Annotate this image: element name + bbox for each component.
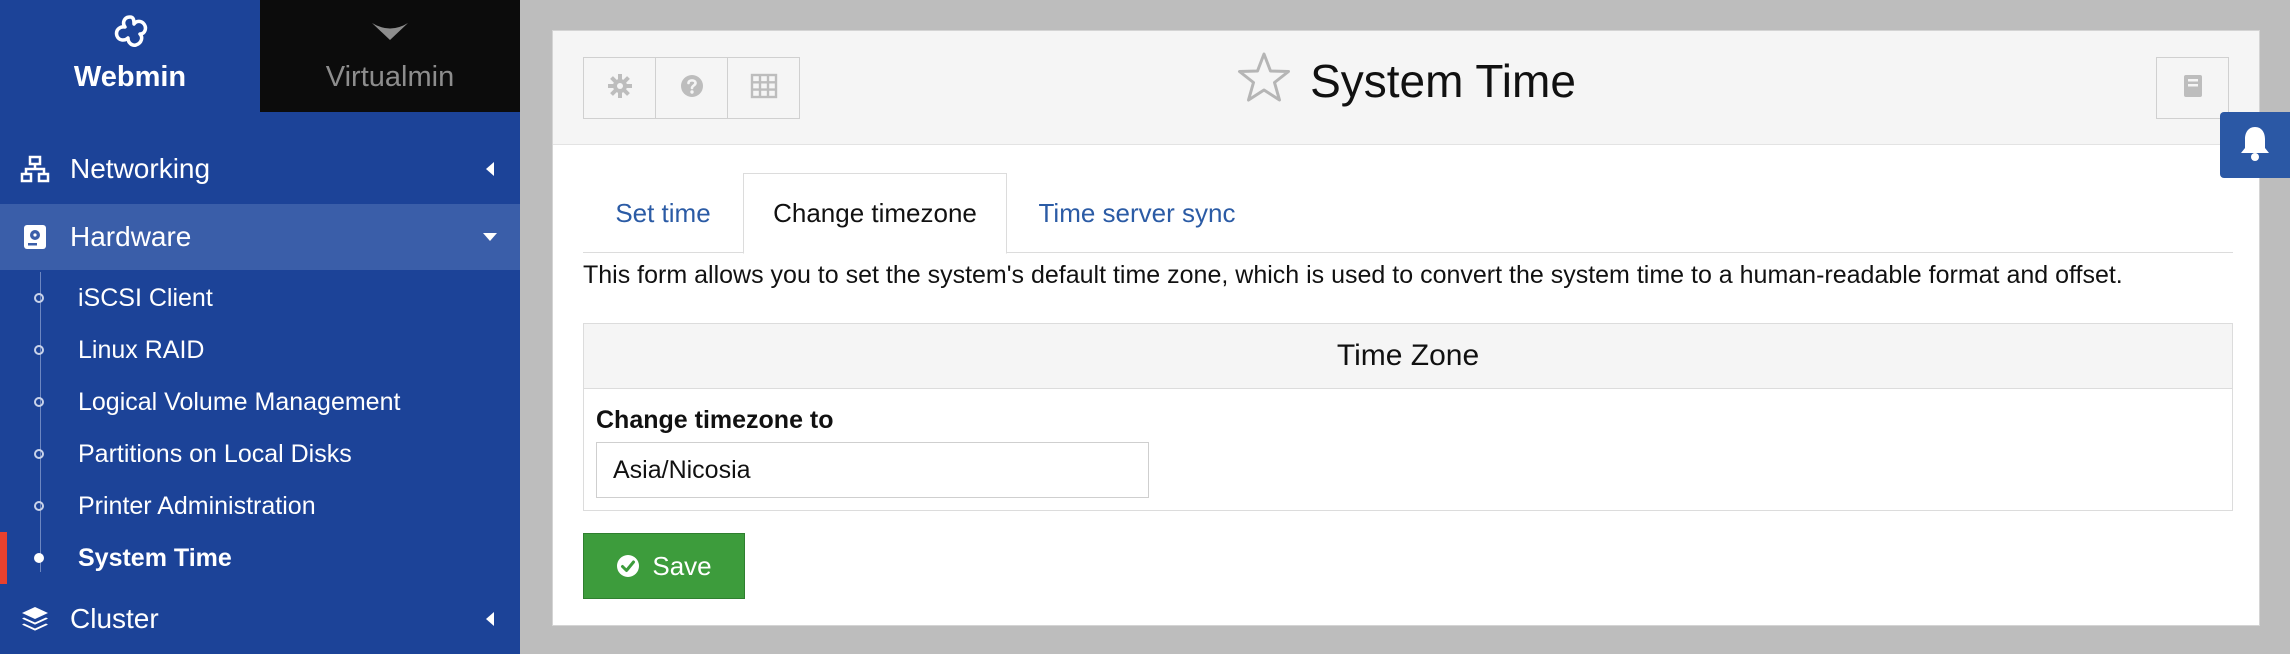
- caret-left-icon: [460, 611, 520, 627]
- main-panel: System Time Set time Change timezone Tim…: [552, 30, 2260, 626]
- docs-button[interactable]: [2156, 57, 2229, 119]
- sidebar-item-label: Partitions on Local Disks: [78, 439, 352, 468]
- virtualmin-chevron-icon: [370, 12, 410, 50]
- tab-set-time[interactable]: Set time: [583, 173, 743, 253]
- save-button-label: Save: [652, 550, 712, 581]
- caret-down-icon: [460, 232, 520, 242]
- timezone-label: Change timezone to: [596, 406, 834, 434]
- sidebar-item-system-time[interactable]: System Time: [0, 532, 520, 584]
- bullet-icon: [0, 449, 78, 459]
- tab-virtualmin-label: Virtualmin: [325, 61, 455, 93]
- webmin-logo-icon: [112, 12, 148, 50]
- bell-icon: [2238, 124, 2272, 167]
- nav-hardware-label: Hardware: [70, 221, 192, 252]
- title-area: System Time: [553, 51, 2259, 110]
- tab-bar: Set time Change timezone Time server syn…: [583, 173, 2233, 254]
- sidebar-item-label: Logical Volume Management: [78, 387, 401, 416]
- tab-webmin[interactable]: Webmin: [0, 0, 260, 112]
- section-title: Time Zone: [584, 324, 2232, 389]
- notifications-button[interactable]: [2220, 112, 2290, 178]
- nav-hardware[interactable]: Hardware: [0, 204, 520, 270]
- tab-change-timezone[interactable]: Change timezone: [743, 173, 1007, 254]
- sidebar-item-iscsi-client[interactable]: iSCSI Client: [0, 272, 520, 324]
- nav-cluster-label: Cluster: [70, 603, 159, 634]
- tab-webmin-label: Webmin: [73, 61, 187, 93]
- bullet-icon: [0, 345, 78, 355]
- caret-left-icon: [460, 161, 520, 177]
- hardware-icon: [0, 223, 70, 251]
- sidebar-item-label: System Time: [78, 543, 232, 572]
- nav-networking-label: Networking: [70, 153, 211, 184]
- bullet-icon: [0, 501, 78, 511]
- book-icon: [2182, 73, 2204, 104]
- sidebar-item-label: Printer Administration: [78, 491, 316, 520]
- sidebar-item-label: iSCSI Client: [78, 283, 213, 312]
- save-button[interactable]: Save: [583, 533, 745, 599]
- nav-cluster[interactable]: Cluster: [0, 586, 520, 652]
- check-circle-icon: [616, 554, 640, 578]
- timezone-input[interactable]: [596, 442, 1149, 498]
- networking-icon: [0, 155, 70, 183]
- product-switcher: Webmin Virtualmin: [0, 0, 520, 112]
- nav-networking[interactable]: Networking: [0, 136, 520, 202]
- star-icon[interactable]: [1236, 51, 1292, 110]
- bullet-icon: [0, 397, 78, 407]
- description-text: This form allows you to set the system's…: [583, 261, 2123, 289]
- sidebar-item-partitions[interactable]: Partitions on Local Disks: [0, 428, 520, 480]
- tab-virtualmin[interactable]: Virtualmin: [260, 0, 520, 112]
- bullet-icon: [0, 553, 78, 563]
- sidebar-item-printer-admin[interactable]: Printer Administration: [0, 480, 520, 532]
- tab-time-server-sync[interactable]: Time server sync: [1007, 173, 1267, 253]
- bullet-icon: [0, 293, 78, 303]
- page-title: System Time: [1310, 54, 1576, 107]
- timezone-section: Time Zone Change timezone to: [583, 323, 2233, 511]
- cluster-icon: [0, 605, 70, 633]
- sidebar-item-linux-raid[interactable]: Linux RAID: [0, 324, 520, 376]
- sidebar-item-label: Linux RAID: [78, 335, 205, 364]
- sidebar: Networking Hardware iSCSI Client Linux R…: [0, 0, 520, 654]
- panel-header: System Time: [553, 31, 2259, 145]
- sidebar-item-lvm[interactable]: Logical Volume Management: [0, 376, 520, 428]
